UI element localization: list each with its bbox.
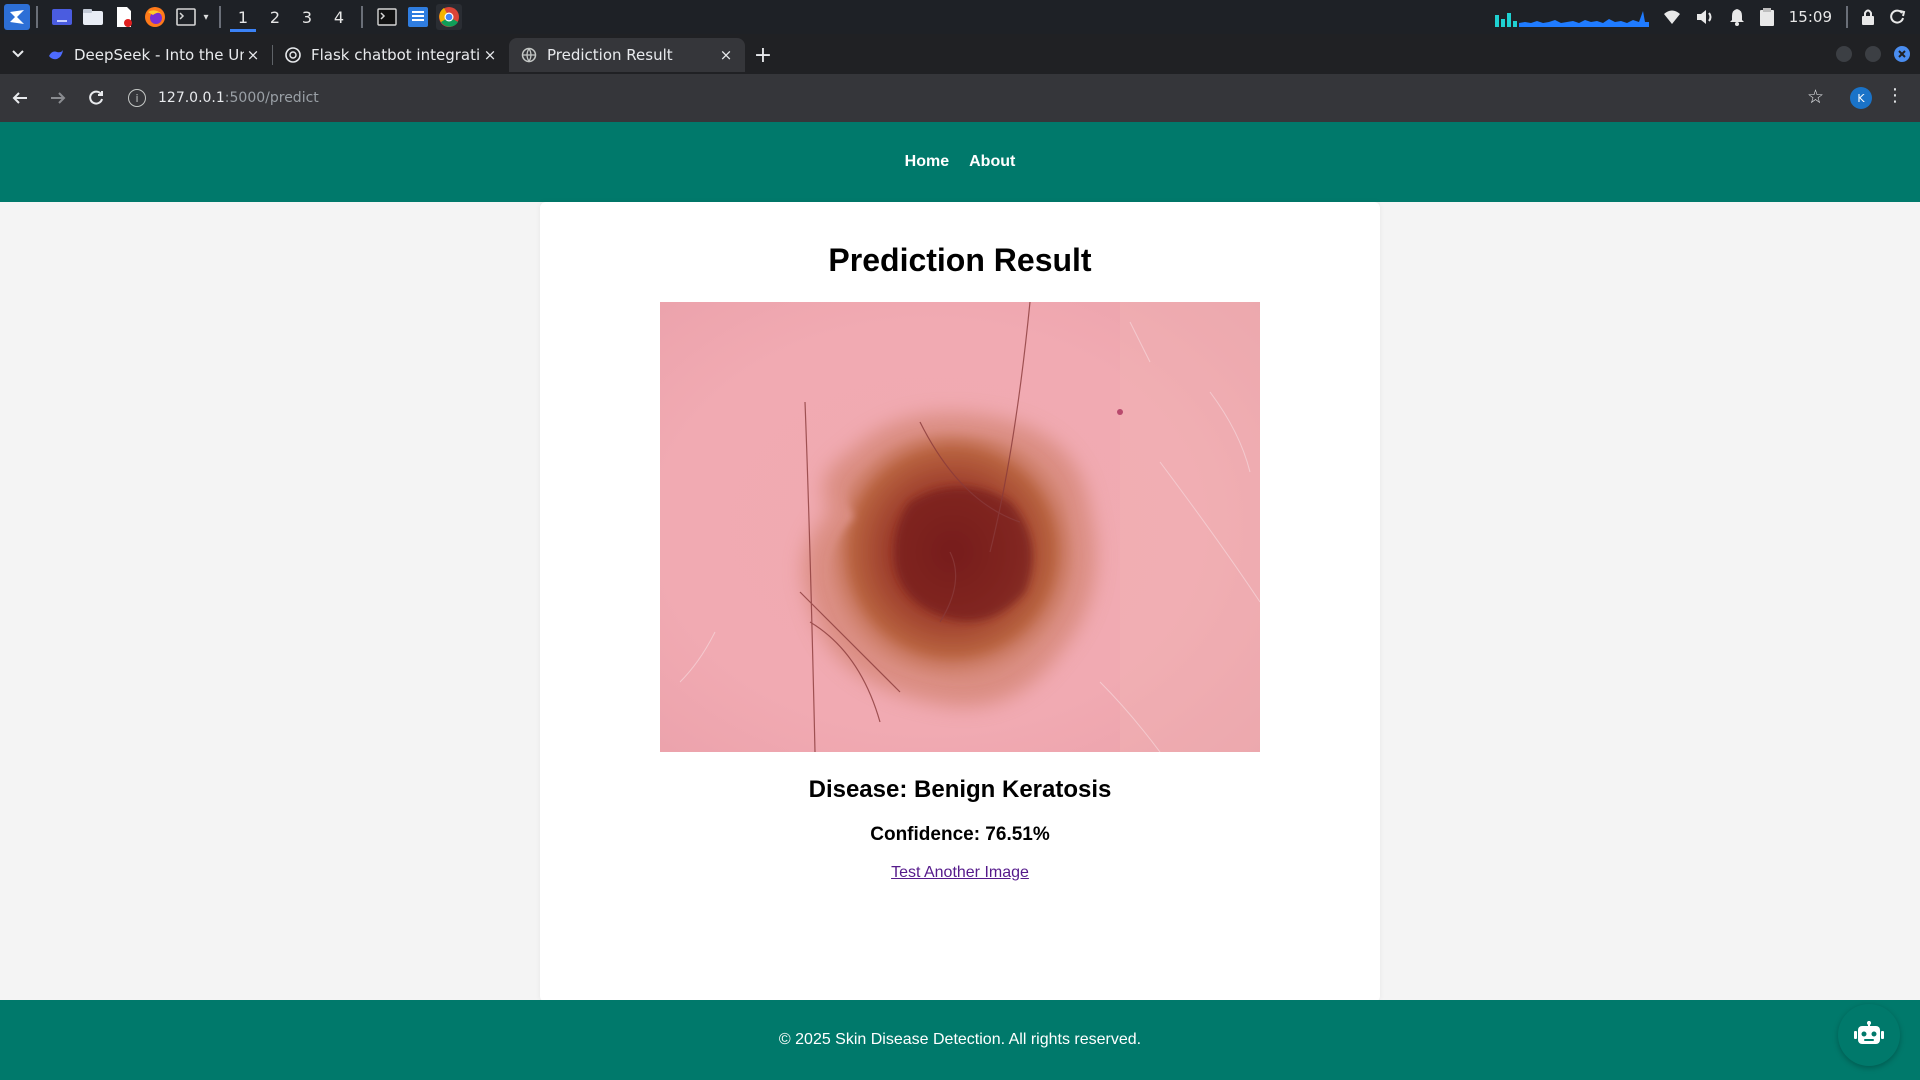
bookmark-star-icon[interactable]: ☆	[1807, 86, 1824, 108]
nav-about-link[interactable]: About	[969, 153, 1015, 171]
nav-home-link[interactable]: Home	[905, 153, 949, 171]
minimize-button[interactable]	[1836, 46, 1852, 62]
lock-icon[interactable]	[1860, 8, 1876, 26]
forward-button[interactable]	[40, 80, 76, 116]
close-icon[interactable]: ×	[244, 46, 262, 64]
tab-deepseek[interactable]: DeepSeek - Into the Unkn ×	[36, 38, 272, 72]
tab-title: Flask chatbot integration	[311, 46, 481, 64]
browser-tabstrip: DeepSeek - Into the Unkn × Flask chatbot…	[0, 34, 1920, 74]
reload-icon	[89, 90, 103, 105]
more-menu-icon[interactable]: ⋮	[1886, 85, 1904, 106]
robot-icon	[1854, 1021, 1884, 1044]
close-icon[interactable]: ×	[717, 46, 735, 64]
wifi-icon[interactable]	[1663, 9, 1681, 25]
taskbar-separator	[361, 6, 363, 28]
uploaded-lesion-image	[660, 302, 1260, 752]
tab-prediction-result[interactable]: Prediction Result ×	[509, 38, 745, 72]
result-card: Prediction Result Disease: Benign Kerato…	[540, 202, 1380, 1002]
address-bar[interactable]: i 127.0.0.1:5000/predict	[128, 80, 1812, 116]
site-info-icon[interactable]: i	[128, 89, 146, 107]
back-button[interactable]	[2, 80, 38, 116]
tab-flask-chatbot[interactable]: Flask chatbot integration ×	[273, 38, 509, 72]
new-tab-button[interactable]: +	[745, 38, 781, 72]
workspace-4[interactable]: 4	[323, 0, 355, 34]
tray-separator	[1846, 6, 1848, 28]
terminal2-icon[interactable]	[374, 4, 400, 30]
url-path: :5000/predict	[224, 90, 319, 106]
text-editor-icon[interactable]	[111, 4, 137, 30]
network-graph	[1494, 7, 1649, 27]
taskbar-separator	[219, 6, 221, 28]
workspace-1[interactable]: 1	[227, 0, 259, 34]
close-window-button[interactable]	[1894, 46, 1910, 62]
tab-title: DeepSeek - Into the Unkn	[74, 46, 244, 64]
workspace-2[interactable]: 2	[259, 0, 291, 34]
dropdown-icon[interactable]: ▾	[199, 4, 213, 30]
clock[interactable]: 15:09	[1789, 8, 1832, 26]
os-taskbar: ▾ 1 2 3 4 15:09	[0, 0, 1920, 34]
close-icon[interactable]: ×	[481, 46, 499, 64]
web-page: Home About Prediction Result Disease: Be…	[0, 122, 1920, 1080]
arrow-right-icon	[51, 92, 66, 104]
chrome-icon[interactable]	[436, 4, 462, 30]
taskbar-separator	[36, 6, 38, 28]
retest-link-wrapper: Test Another Image	[540, 862, 1380, 882]
globe-icon	[521, 47, 537, 63]
site-footer: © 2025 Skin Disease Detection. All right…	[0, 1000, 1920, 1080]
firefox-icon[interactable]	[142, 4, 168, 30]
profile-avatar[interactable]: K	[1850, 87, 1872, 109]
chatbot-button[interactable]	[1838, 1004, 1900, 1066]
file-manager-icon[interactable]	[80, 4, 106, 30]
confidence-label: Confidence: 76.51%	[870, 824, 1050, 845]
clipboard-icon[interactable]	[1759, 7, 1775, 27]
disease-label: Disease: Benign Keratosis	[808, 776, 1112, 803]
notes-icon[interactable]	[405, 4, 431, 30]
power-icon[interactable]	[1890, 9, 1906, 25]
deepseek-icon	[49, 50, 63, 60]
chatgpt-icon	[285, 47, 301, 63]
volume-icon[interactable]	[1695, 8, 1715, 26]
close-icon	[1898, 50, 1906, 58]
maximize-button[interactable]	[1865, 46, 1881, 62]
url-host: 127.0.0.1	[158, 90, 225, 106]
window-controls	[1823, 46, 1910, 62]
browser-toolbar: i 127.0.0.1:5000/predict ☆ K ⋮	[0, 74, 1920, 122]
tab-title: Prediction Result	[547, 46, 673, 64]
app-menu-icon[interactable]	[4, 4, 30, 30]
tab-search-chevron-icon[interactable]	[0, 34, 36, 74]
arrow-left-icon	[12, 92, 27, 104]
workspace-3[interactable]: 3	[291, 0, 323, 34]
page-title: Prediction Result	[828, 242, 1092, 278]
terminal-icon[interactable]	[173, 4, 199, 30]
bell-icon[interactable]	[1729, 8, 1745, 26]
desktop-icon[interactable]	[49, 4, 75, 30]
site-header: Home About	[0, 122, 1920, 202]
system-tray: 15:09	[1494, 0, 1920, 34]
reload-button[interactable]	[78, 80, 114, 116]
test-another-image-link[interactable]: Test Another Image	[891, 864, 1029, 881]
